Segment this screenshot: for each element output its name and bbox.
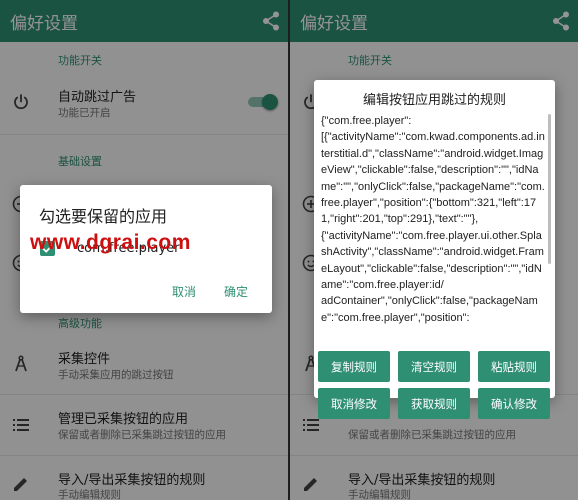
paste-rules-button[interactable]: 粘贴规则 bbox=[478, 351, 550, 382]
clear-rules-button[interactable]: 清空规则 bbox=[398, 351, 470, 382]
confirm-button[interactable]: 确定 bbox=[224, 283, 248, 300]
scrollbar[interactable] bbox=[548, 114, 551, 264]
settings-screen-right: 偏好设置 功能开关 保留或者删除已采集跳过按钮的应用 导入/导出采集按钮的规则 … bbox=[290, 0, 578, 500]
dialog-title: 勾选要保留的应用 bbox=[39, 207, 168, 226]
dialog-title: 编辑按钮应用跳过的规则 bbox=[362, 93, 506, 108]
cancel-edit-button[interactable]: 取消修改 bbox=[318, 388, 390, 419]
watermark: www.dgrai.com bbox=[30, 231, 191, 254]
cancel-button[interactable]: 取消 bbox=[172, 283, 196, 300]
copy-rules-button[interactable]: 复制规则 bbox=[318, 351, 390, 382]
fetch-rules-button[interactable]: 获取规则 bbox=[398, 388, 470, 419]
settings-screen-left: 偏好设置 功能开关 自动跳过广告 功能已开启 基础设置 高级功能 采集控件 手动… bbox=[0, 0, 288, 500]
edit-rules-dialog: 编辑按钮应用跳过的规则 {"com.free.player": [{"activ… bbox=[314, 80, 555, 419]
confirm-edit-button[interactable]: 确认修改 bbox=[478, 388, 550, 419]
rules-text-editor[interactable]: {"com.free.player": [{"activityName":"co… bbox=[321, 113, 547, 345]
